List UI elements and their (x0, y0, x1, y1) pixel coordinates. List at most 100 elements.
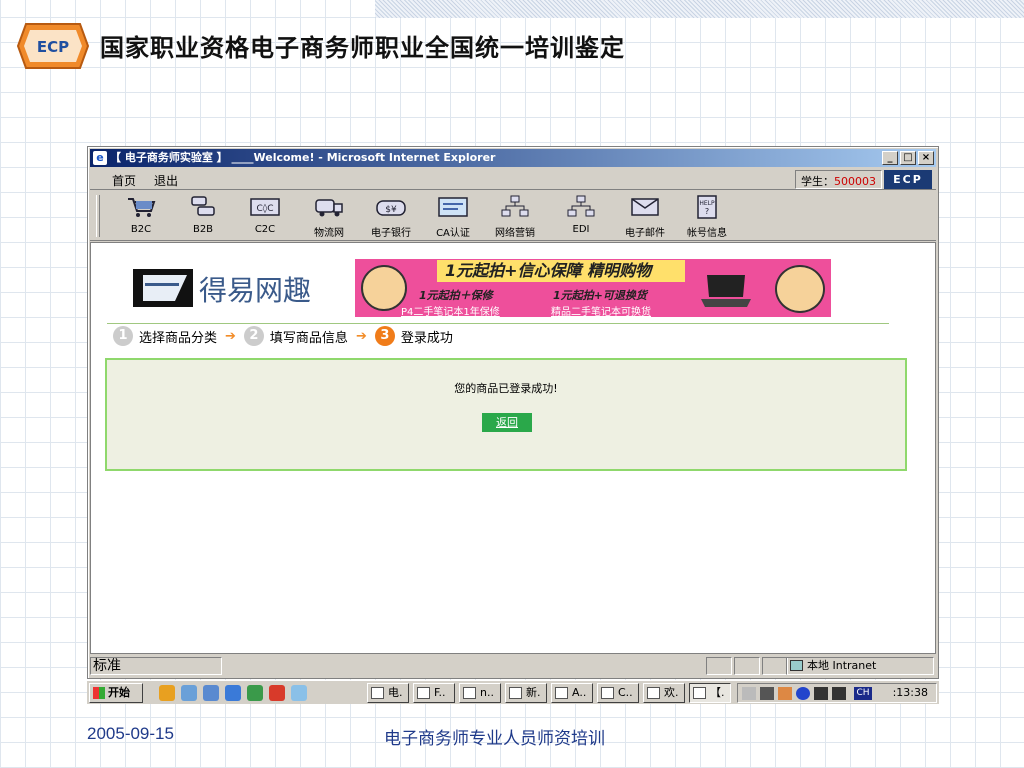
ie-icon: e (93, 151, 107, 165)
arrow-right-icon: ➔ (355, 328, 367, 344)
cartoon-girl-image (775, 265, 825, 313)
language-indicator[interactable]: CH (854, 687, 872, 700)
step-number-3: 3 (374, 326, 395, 346)
taskbar-task[interactable]: n.. (459, 683, 501, 703)
taskbar-task[interactable]: C.. (597, 683, 639, 703)
task-icon (463, 687, 476, 699)
tool-label: EDI (572, 224, 590, 235)
svg-text:?: ? (705, 207, 709, 216)
money-icon: $¥ (376, 200, 406, 216)
c2c-icon: C◊C (250, 198, 280, 216)
banner-link-1[interactable]: P4二手笔记本1年保修 (401, 303, 500, 317)
quicklaunch-icon[interactable] (159, 685, 175, 701)
tool-label: 电子邮件 (625, 228, 665, 239)
clock[interactable]: :13:38 (893, 686, 928, 699)
window-title: 【 电子商务师实验室 】 ____Welcome! - Microsoft In… (110, 151, 496, 164)
banner-link-2[interactable]: 精品二手笔记本可换货 (551, 303, 651, 317)
tool-account[interactable]: HELP? 帐号信息 (682, 195, 732, 239)
tool-b2c[interactable]: B2C (116, 195, 166, 235)
window-controls: _ □ × (882, 151, 934, 165)
tool-email[interactable]: 电子邮件 (620, 195, 670, 239)
ie-icon[interactable] (225, 685, 241, 701)
tool-label: 电子银行 (371, 228, 411, 239)
taskbar-task[interactable]: 欢. (643, 683, 685, 703)
step-number-2: 2 (243, 326, 264, 346)
student-indicator: 学生：500003 (795, 170, 882, 189)
close-button[interactable]: × (918, 151, 934, 165)
tool-label: CA认证 (436, 228, 470, 239)
truck-icon (315, 199, 343, 217)
tool-label: 帐号信息 (687, 228, 727, 239)
toolbar-grip[interactable] (96, 195, 100, 237)
svg-text:ECP: ECP (37, 38, 69, 56)
help-icon: HELP? (697, 195, 717, 219)
taskbar-task[interactable]: 电. (367, 683, 409, 703)
start-button[interactable]: 开始 (89, 683, 143, 703)
tool-ca[interactable]: CA认证 (428, 195, 478, 239)
maximize-button[interactable]: □ (900, 151, 916, 165)
tool-label: 物流网 (314, 228, 344, 239)
network-icon (501, 195, 529, 217)
tray-icon[interactable] (814, 687, 828, 700)
success-message: 您的商品已登录成功! (454, 382, 558, 395)
tool-ebank[interactable]: $¥ 电子银行 (366, 195, 416, 239)
back-button[interactable]: 返回 (482, 413, 532, 432)
tray-icon[interactable] (832, 687, 846, 700)
status-zone: 本地 Intranet (786, 657, 934, 675)
taskbar-task[interactable]: 新. (505, 683, 547, 703)
banner-line-1: 1元起拍＋保修 (419, 289, 493, 302)
task-label: n.. (480, 686, 494, 699)
network-icon[interactable] (760, 687, 774, 700)
task-label: 【. (710, 686, 725, 699)
menu-home[interactable]: 首页 (112, 172, 136, 189)
promo-banner[interactable]: 1元起拍+信心保障 精明购物 1元起拍＋保修 1元起拍+可退换货 P4二手笔记本… (355, 259, 831, 317)
svg-text:C◊C: C◊C (256, 203, 273, 214)
taskbar-task[interactable]: F.. (413, 683, 455, 703)
statusbar: 标准 本地 Intranet (90, 656, 936, 676)
tray-icon[interactable] (796, 687, 810, 700)
ecp-badge: ECP (884, 170, 932, 189)
tool-c2c[interactable]: C◊C C2C (240, 195, 290, 235)
status-cell (762, 657, 788, 675)
minimize-button[interactable]: _ (882, 151, 898, 165)
quicklaunch-icon[interactable] (181, 685, 197, 701)
quicklaunch-icon[interactable] (291, 685, 307, 701)
quicklaunch-icon[interactable] (203, 685, 219, 701)
quicklaunch-icon[interactable] (247, 685, 263, 701)
system-tray: CH :13:38 (737, 683, 937, 703)
volume-icon[interactable] (742, 687, 756, 700)
student-label: 学生： (801, 175, 834, 188)
tool-label: B2C (130, 224, 152, 235)
zone-label: 本地 Intranet (807, 659, 877, 672)
tool-logistics[interactable]: 物流网 (304, 195, 354, 239)
tool-marketing[interactable]: 网络营销 (490, 195, 540, 239)
task-label: A.. (572, 686, 587, 699)
window-titlebar[interactable]: e 【 电子商务师实验室 】 ____Welcome! - Microsoft … (90, 149, 936, 167)
step-label-1: 选择商品分类 (139, 330, 218, 346)
cart-icon (128, 198, 156, 217)
ie-icon (693, 687, 706, 699)
step-label-2: 填写商品信息 (269, 330, 348, 346)
banner-line-2: 1元起拍+可退换货 (553, 289, 647, 302)
taskbar-task-active[interactable]: 【. (689, 683, 731, 703)
tool-label: 网络营销 (495, 228, 535, 239)
task-label: F.. (434, 686, 446, 699)
certificate-icon (438, 197, 468, 217)
tray-icon[interactable] (778, 687, 792, 700)
quicklaunch-icon[interactable] (269, 685, 285, 701)
slide-title: 国家职业资格电子商务师职业全国统一培训鉴定 (100, 34, 625, 62)
tool-b2b[interactable]: B2B (178, 195, 228, 235)
intranet-icon (790, 660, 803, 671)
status-left: 标准 (90, 657, 222, 675)
taskbar-task[interactable]: A.. (551, 683, 593, 703)
brand-name: 得易网趣 (199, 274, 312, 307)
folder-icon (509, 687, 522, 699)
tool-edi[interactable]: EDI (556, 195, 606, 235)
tool-label: C2C (254, 224, 276, 235)
ecp-logo: ECP (16, 23, 90, 69)
footer-date: 2005-09-15 (87, 724, 174, 743)
menu-logout[interactable]: 退出 (154, 172, 178, 189)
task-label: 新. (526, 686, 541, 699)
step-label-3: 登录成功 (400, 330, 453, 346)
banner-headline: 1元起拍+信心保障 精明购物 (437, 260, 685, 282)
